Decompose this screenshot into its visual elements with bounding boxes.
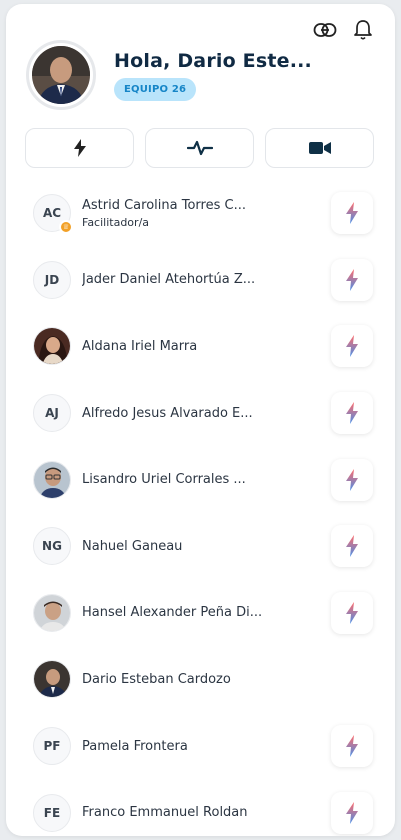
team-panel: Hola, Dario Este... EQUIPO 26 AC ♕ Astrid… [6, 4, 395, 836]
member-initials: AC [42, 206, 62, 221]
member-info: Alfredo Jesus Alvarado E... [82, 406, 267, 421]
member-name: Nahuel Ganeau [82, 538, 183, 554]
send-zap-button[interactable] [331, 258, 373, 301]
send-zap-button[interactable] [331, 192, 373, 235]
member-row[interactable]: AJ Alfredo Jesus Alvarado E... [6, 380, 395, 447]
greeting-title: Hola, Dario Este... [114, 49, 312, 72]
member-row[interactable]: Hansel Alexander Peña Di... [6, 580, 395, 647]
member-row[interactable]: NG Nahuel Ganeau [6, 513, 395, 580]
send-zap-button[interactable] [331, 325, 373, 368]
activity-icon [186, 140, 213, 156]
member-avatar [33, 593, 71, 632]
member-row[interactable]: Aldana Iriel Marra [6, 313, 395, 380]
member-name: Lisandro Uriel Corrales ... [82, 472, 246, 488]
member-row[interactable]: AC ♕ Astrid Carolina Torres C... Facilita… [6, 180, 395, 247]
member-info: Pamela Frontera [82, 739, 267, 754]
member-info: Dario Esteban Cardozo [82, 672, 267, 687]
member-info: Franco Emmanuel Roldan [82, 805, 267, 820]
send-zap-button[interactable] [331, 525, 373, 568]
member-initials: AJ [45, 406, 59, 421]
action-bar [25, 128, 374, 168]
member-name: Dario Esteban Cardozo [82, 671, 231, 687]
member-photo [34, 328, 70, 365]
lightning-icon [346, 801, 358, 824]
member-info: Jader Daniel Atehortúa Z... [82, 272, 267, 287]
member-initials: FE [43, 805, 61, 820]
lightning-icon [346, 402, 358, 425]
member-avatar: PF [33, 727, 71, 766]
member-info: Hansel Alexander Peña Di... [82, 605, 267, 620]
send-zap-button[interactable] [331, 591, 373, 634]
member-name: Franco Emmanuel Roldan [82, 805, 248, 821]
team-badge: EQUIPO 26 [114, 77, 197, 101]
member-row[interactable]: JD Jader Daniel Atehortúa Z... [6, 247, 395, 314]
member-avatar [33, 460, 71, 499]
bell-icon[interactable] [351, 18, 375, 42]
top-icons [313, 18, 375, 42]
lightning-icon [346, 268, 358, 291]
member-name: Jader Daniel Atehortúa Z... [82, 272, 256, 288]
lightning-icon [346, 735, 358, 758]
member-initials: PF [43, 739, 61, 754]
lightning-icon [346, 202, 358, 225]
member-avatar [33, 327, 71, 366]
send-zap-button[interactable] [331, 392, 373, 435]
member-initials: NG [42, 539, 62, 554]
greeting-block: Hola, Dario Este... EQUIPO 26 [114, 50, 312, 101]
member-avatar: AC ♕ [33, 194, 73, 235]
member-name: Alfredo Jesus Alvarado E... [82, 405, 253, 421]
video-button[interactable] [265, 128, 374, 168]
member-list: AC ♕ Astrid Carolina Torres C... Facilita… [6, 180, 395, 836]
lightning-icon [346, 535, 358, 558]
member-role: Facilitador/a [82, 215, 150, 229]
member-photo [34, 661, 70, 698]
member-row[interactable]: PF Pamela Frontera [6, 713, 395, 780]
link-icon[interactable] [313, 18, 337, 42]
member-avatar: JD [33, 260, 71, 299]
lightning-icon [73, 139, 86, 157]
member-name: Hansel Alexander Peña Di... [82, 605, 263, 621]
member-row[interactable]: Dario Esteban Cardozo [6, 646, 395, 713]
send-zap-button[interactable] [331, 725, 373, 768]
member-row[interactable]: FE Franco Emmanuel Roldan [6, 779, 395, 836]
member-info: Nahuel Ganeau [82, 539, 267, 554]
user-avatar[interactable] [26, 40, 96, 110]
member-photo [34, 461, 70, 498]
lightning-icon [346, 601, 358, 624]
member-avatar: NG [33, 527, 71, 566]
member-info: Lisandro Uriel Corrales ... [82, 472, 267, 487]
member-initials: JD [44, 272, 60, 287]
member-name: Pamela Frontera [82, 738, 188, 754]
send-zap-button[interactable] [331, 458, 373, 501]
member-avatar: AJ [33, 394, 71, 433]
lightning-icon [346, 468, 358, 491]
member-photo [34, 594, 70, 631]
member-info: Astrid Carolina Torres C... Facilitador/… [82, 198, 267, 229]
member-name: Astrid Carolina Torres C... [82, 197, 246, 213]
member-avatar [33, 660, 71, 699]
profile-header: Hola, Dario Este... EQUIPO 26 [26, 40, 312, 110]
member-name: Aldana Iriel Marra [82, 338, 198, 354]
lightning-button[interactable] [25, 128, 134, 168]
member-avatar: FE [33, 793, 71, 832]
member-info: Aldana Iriel Marra [82, 339, 267, 354]
activity-button[interactable] [145, 128, 254, 168]
send-zap-button[interactable] [331, 791, 373, 834]
facilitator-badge-icon: ♕ [59, 220, 73, 235]
video-camera-icon [308, 142, 331, 154]
lightning-icon [346, 335, 358, 358]
member-row[interactable]: Lisandro Uriel Corrales ... [6, 446, 395, 513]
